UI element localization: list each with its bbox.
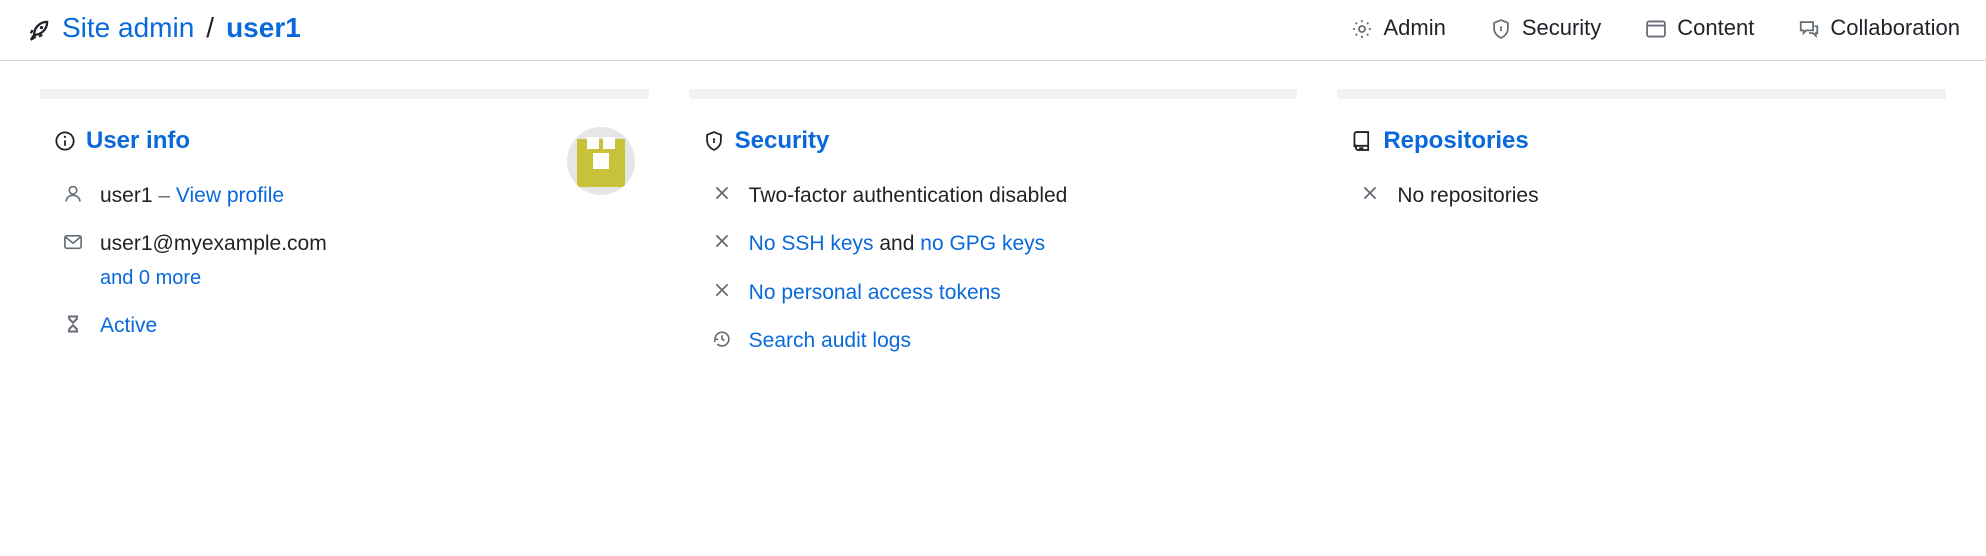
nav-admin-label: Admin: [1383, 15, 1445, 41]
email-more-link[interactable]: and 0 more: [100, 267, 201, 289]
audit-row: Search audit logs: [711, 326, 1284, 356]
username-text: user1: [100, 184, 153, 207]
keys-and-text: and: [874, 232, 921, 255]
two-factor-row: Two-factor authentication disabled: [711, 181, 1284, 211]
info-icon: [54, 130, 76, 152]
mail-icon: [62, 229, 84, 252]
breadcrumb-separator: /: [206, 12, 214, 44]
column-divider: [1337, 89, 1946, 99]
nav-security[interactable]: Security: [1490, 15, 1601, 41]
no-repos-text: No repositories: [1397, 181, 1932, 211]
username-row: user1 – View profile: [62, 181, 567, 211]
status-link[interactable]: Active: [100, 314, 157, 337]
x-icon: [711, 278, 733, 299]
keys-row: No SSH keys and no GPG keys: [711, 229, 1284, 259]
email-text: user1@myexample.com: [100, 232, 327, 255]
user-info-column: User info user1 – View profile: [40, 89, 649, 357]
column-divider: [40, 89, 649, 99]
nav-collaboration[interactable]: Collaboration: [1798, 15, 1960, 41]
security-column: Security Two-factor authentication disab…: [689, 89, 1298, 357]
hourglass-icon: [62, 311, 84, 334]
no-repos-row: No repositories: [1359, 181, 1932, 211]
browser-icon: [1645, 15, 1667, 41]
page-header: Site admin / user1 Admin Security: [0, 0, 1986, 61]
gear-icon: [1351, 15, 1373, 41]
x-icon: [1359, 181, 1381, 202]
security-header: Security: [703, 127, 1284, 155]
repo-icon: [1351, 130, 1373, 152]
nav-collaboration-label: Collaboration: [1830, 15, 1960, 41]
repositories-title-link[interactable]: Repositories: [1383, 127, 1528, 155]
view-profile-link[interactable]: View profile: [176, 184, 284, 207]
no-tokens-link[interactable]: No personal access tokens: [749, 281, 1001, 304]
nav-content[interactable]: Content: [1645, 15, 1754, 41]
main-content: User info user1 – View profile: [0, 61, 1986, 385]
user-info-header: User info: [54, 127, 567, 155]
nav-admin[interactable]: Admin: [1351, 15, 1445, 41]
person-icon: [62, 181, 84, 204]
security-title-link[interactable]: Security: [735, 127, 830, 155]
x-icon: [711, 229, 733, 250]
tokens-row: No personal access tokens: [711, 278, 1284, 308]
repositories-header: Repositories: [1351, 127, 1932, 155]
audit-logs-link[interactable]: Search audit logs: [749, 329, 911, 352]
no-ssh-keys-link[interactable]: No SSH keys: [749, 232, 874, 255]
avatar[interactable]: [567, 127, 635, 195]
two-factor-text: Two-factor authentication disabled: [749, 181, 1284, 211]
discussion-icon: [1798, 15, 1820, 41]
username-dash: –: [153, 184, 176, 207]
breadcrumb-current-link[interactable]: user1: [226, 12, 301, 44]
shield-icon: [703, 130, 725, 152]
email-row: user1@myexample.com and 0 more: [62, 229, 567, 292]
shield-icon: [1490, 15, 1512, 41]
breadcrumb: Site admin / user1: [26, 12, 301, 44]
breadcrumb-root-link[interactable]: Site admin: [62, 12, 194, 44]
column-divider: [689, 89, 1298, 99]
x-icon: [711, 181, 733, 202]
nav-security-label: Security: [1522, 15, 1601, 41]
status-row: Active: [62, 311, 567, 341]
user-info-title-link[interactable]: User info: [86, 127, 190, 155]
rocket-icon: [26, 12, 52, 44]
header-nav: Admin Security Content: [1351, 15, 1960, 41]
no-gpg-keys-link[interactable]: no GPG keys: [920, 232, 1045, 255]
history-icon: [711, 326, 733, 349]
repositories-column: Repositories No repositories: [1337, 89, 1946, 357]
nav-content-label: Content: [1677, 15, 1754, 41]
